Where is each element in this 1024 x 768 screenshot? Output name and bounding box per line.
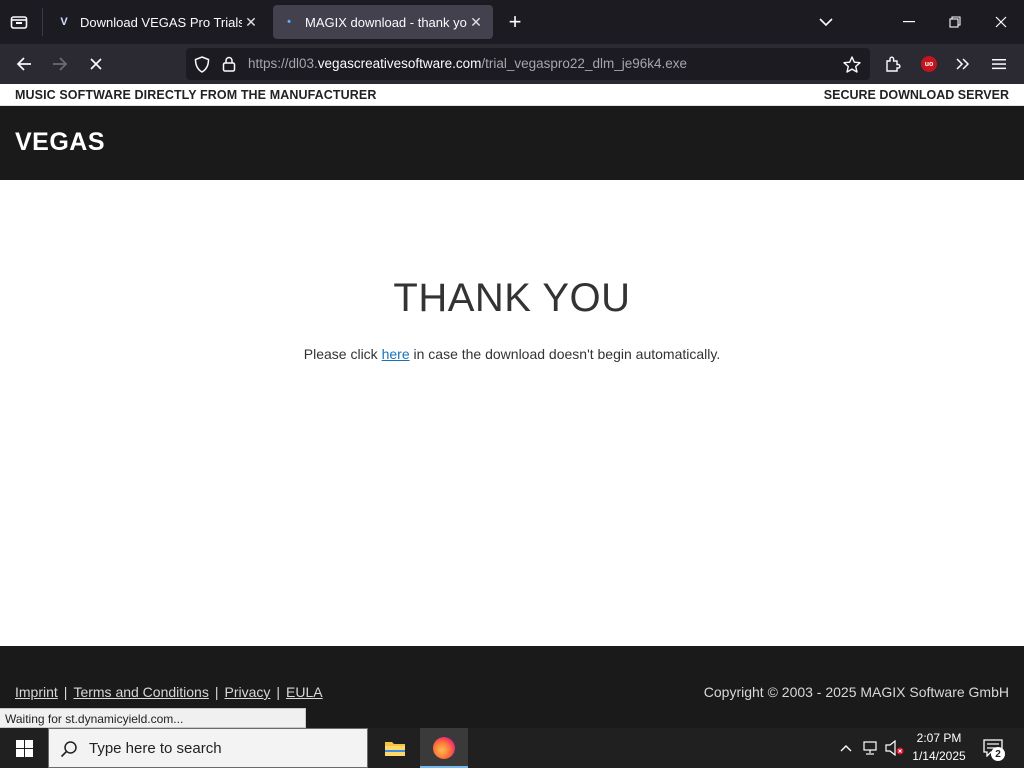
- tab-vegas-trials[interactable]: V Download VEGAS Pro Trials for Windows …: [48, 5, 268, 39]
- url-host: vegascreativesoftware.com: [317, 56, 482, 71]
- search-icon: [59, 739, 79, 759]
- more-tools-chevron-icon[interactable]: [952, 54, 974, 74]
- tab-strip: V Download VEGAS Pro Trials for Windows …: [0, 0, 1024, 44]
- show-hidden-icons-chevron-icon[interactable]: [838, 739, 854, 757]
- tab-magix-download[interactable]: • MAGIX download - thank you ✕: [273, 5, 493, 39]
- vegas-favicon-icon: V: [60, 16, 68, 28]
- ublock-origin-icon[interactable]: uo: [918, 54, 940, 74]
- network-icon[interactable]: [860, 739, 882, 757]
- download-here-link[interactable]: here: [382, 346, 410, 362]
- windows-start-icon[interactable]: [14, 739, 34, 757]
- clock-date[interactable]: 1/14/2025: [910, 749, 968, 763]
- url-prefix: https://dl03.: [248, 56, 318, 71]
- download-message: Please click here in case the download d…: [0, 346, 1024, 362]
- app-menu-icon[interactable]: [988, 54, 1010, 74]
- page-title: THANK YOU: [393, 276, 631, 320]
- footer-separator: |: [63, 684, 68, 700]
- loading-favicon-icon: •: [287, 16, 291, 28]
- close-window-icon[interactable]: [990, 12, 1012, 32]
- file-explorer-icon[interactable]: [382, 736, 408, 760]
- url-text: https://dl03.vegascreativesoftware.com/t…: [248, 56, 687, 71]
- extensions-puzzle-icon[interactable]: [882, 54, 904, 74]
- stop-loading-icon[interactable]: [84, 54, 108, 74]
- firefox-icon: [433, 737, 455, 759]
- tab-title: MAGIX download - thank you: [305, 14, 467, 30]
- privacy-link[interactable]: Privacy: [224, 684, 270, 700]
- navigation-toolbar: https://dl03.vegascreativesoftware.com/t…: [0, 44, 1024, 84]
- page-top-bar: MUSIC SOFTWARE DIRECTLY FROM THE MANUFAC…: [0, 84, 1024, 106]
- lock-icon[interactable]: [220, 55, 238, 73]
- firefox-taskbar-button[interactable]: [420, 728, 468, 768]
- imprint-link[interactable]: Imprint: [15, 684, 58, 700]
- web-page: MUSIC SOFTWARE DIRECTLY FROM THE MANUFAC…: [0, 84, 1024, 728]
- clock-time[interactable]: 2:07 PM: [912, 731, 966, 745]
- site-header: VEGAS: [0, 106, 1024, 180]
- message-text-after: in case the download doesn't begin autom…: [409, 346, 721, 362]
- new-tab-icon[interactable]: +: [504, 9, 526, 34]
- url-bar[interactable]: https://dl03.vegascreativesoftware.com/t…: [186, 48, 870, 80]
- tab-close-icon[interactable]: ✕: [242, 14, 260, 31]
- volume-muted-icon[interactable]: [884, 739, 906, 757]
- taskbar-search-box[interactable]: Type here to search: [48, 728, 368, 768]
- firefox-view-icon[interactable]: [8, 12, 30, 32]
- tracking-protection-shield-icon[interactable]: [192, 55, 212, 73]
- footer-links: Imprint | Terms and Conditions | Privacy | EUL…: [15, 684, 323, 700]
- tab-divider: [42, 8, 43, 36]
- manufacturer-tagline: MUSIC SOFTWARE DIRECTLY FROM THE MANUFAC…: [15, 88, 377, 102]
- windows-taskbar: Type here to search 2:07 PM 1/14/2025 2: [0, 728, 1024, 768]
- url-path: /trial_vegaspro22_dlm_je96k4.exe: [481, 56, 688, 71]
- restore-icon[interactable]: [944, 12, 966, 32]
- minimize-icon[interactable]: [898, 12, 920, 32]
- footer-separator: |: [276, 684, 281, 700]
- back-icon[interactable]: [12, 54, 36, 74]
- terms-link[interactable]: Terms and Conditions: [73, 684, 208, 700]
- footer-separator: |: [214, 684, 219, 700]
- vegas-logo[interactable]: VEGAS: [15, 128, 105, 157]
- status-panel: Waiting for st.dynamicyield.com...: [0, 708, 306, 728]
- bookmark-star-icon[interactable]: [842, 55, 862, 73]
- tab-close-icon[interactable]: ✕: [467, 14, 485, 31]
- eula-link[interactable]: EULA: [286, 684, 323, 700]
- copyright-text: Copyright © 2003 - 2025 MAGIX Software G…: [703, 684, 1009, 700]
- message-text-before: Please click: [303, 346, 382, 362]
- search-placeholder: Type here to search: [89, 740, 222, 757]
- notifications-icon[interactable]: 2: [980, 737, 1006, 761]
- forward-icon[interactable]: [48, 54, 72, 74]
- notification-count-badge: 2: [991, 747, 1005, 761]
- tab-title: Download VEGAS Pro Trials for Windows: [80, 14, 242, 30]
- list-all-tabs-icon[interactable]: [815, 12, 837, 32]
- secure-server-label: SECURE DOWNLOAD SERVER: [823, 88, 1009, 102]
